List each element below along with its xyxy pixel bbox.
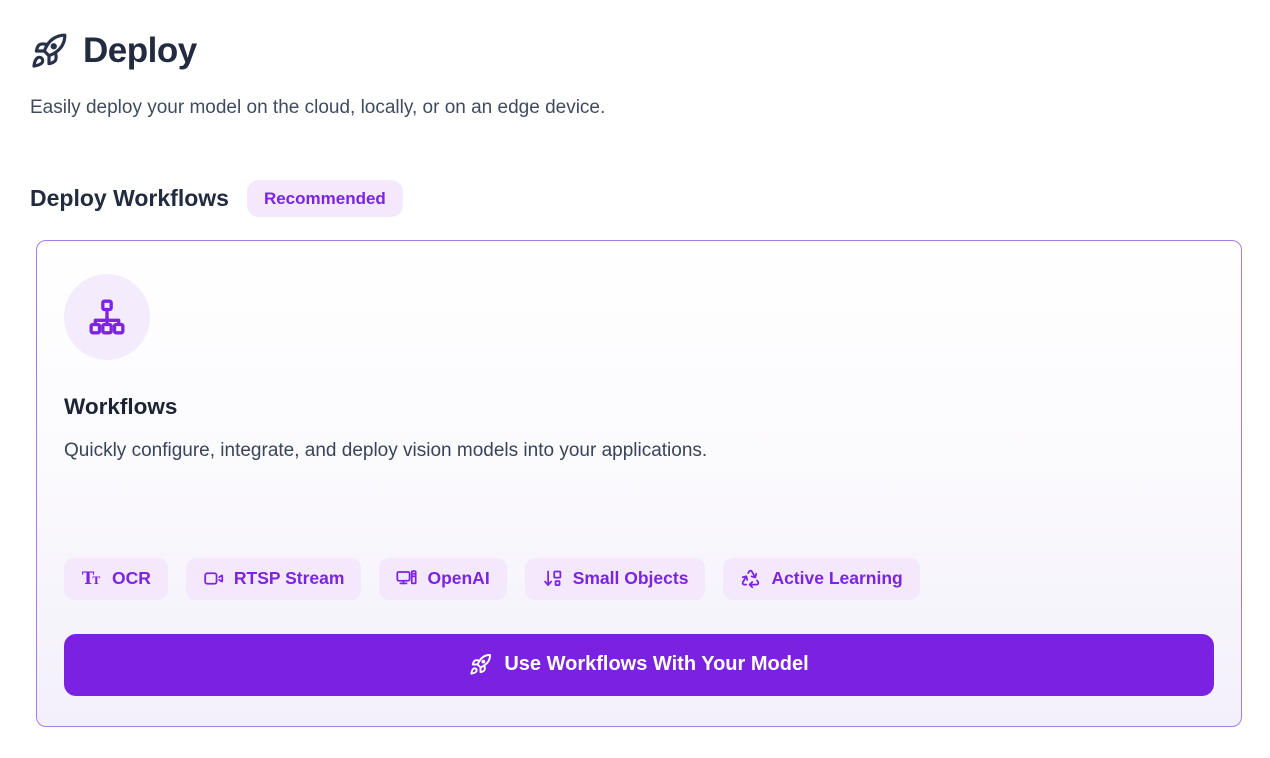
tag-label: OpenAI xyxy=(427,568,489,589)
page-title: Deploy xyxy=(83,30,197,72)
desktop-computer-icon xyxy=(396,568,417,589)
sitemap-icon xyxy=(87,297,127,337)
tag-label: Active Learning xyxy=(771,568,902,589)
use-workflows-button-label: Use Workflows With Your Model xyxy=(504,653,808,676)
deploy-page: Deploy Easily deploy your model on the c… xyxy=(0,0,1270,727)
section-heading-row: Deploy Workflows Recommended xyxy=(30,180,1242,217)
use-workflows-button[interactable]: Use Workflows With Your Model xyxy=(64,634,1214,696)
card-title: Workflows xyxy=(64,394,1214,420)
tag-list: TT OCR RTSP Stream OpenAI Small Objects Activ… xyxy=(64,558,1214,600)
page-header: Deploy xyxy=(30,30,1242,72)
workflows-card: Workflows Quickly configure, integrate, … xyxy=(36,240,1242,727)
tag-label: RTSP Stream xyxy=(234,568,345,589)
rocket-icon xyxy=(469,653,492,676)
page-subtitle: Easily deploy your model on the cloud, l… xyxy=(30,97,1242,120)
tag-active-learning: Active Learning xyxy=(723,558,919,600)
tag-label: Small Objects xyxy=(573,568,689,589)
section-heading: Deploy Workflows xyxy=(30,185,229,212)
tag-rtsp-stream: RTSP Stream xyxy=(186,558,362,600)
svg-text:T: T xyxy=(92,575,100,587)
recycle-icon xyxy=(740,568,761,589)
video-camera-icon xyxy=(203,568,224,589)
recommended-badge: Recommended xyxy=(247,180,403,217)
card-description: Quickly configure, integrate, and deploy… xyxy=(64,439,1214,463)
tag-openai: OpenAI xyxy=(379,558,506,600)
rocket-icon xyxy=(30,32,68,70)
tag-label: OCR xyxy=(112,568,151,589)
workflows-icon-circle xyxy=(64,274,150,360)
tag-small-objects: Small Objects xyxy=(525,558,706,600)
type-letters-icon: TT xyxy=(81,568,102,589)
tag-ocr: TT OCR xyxy=(64,558,168,600)
arrow-down-squares-icon xyxy=(542,568,563,589)
